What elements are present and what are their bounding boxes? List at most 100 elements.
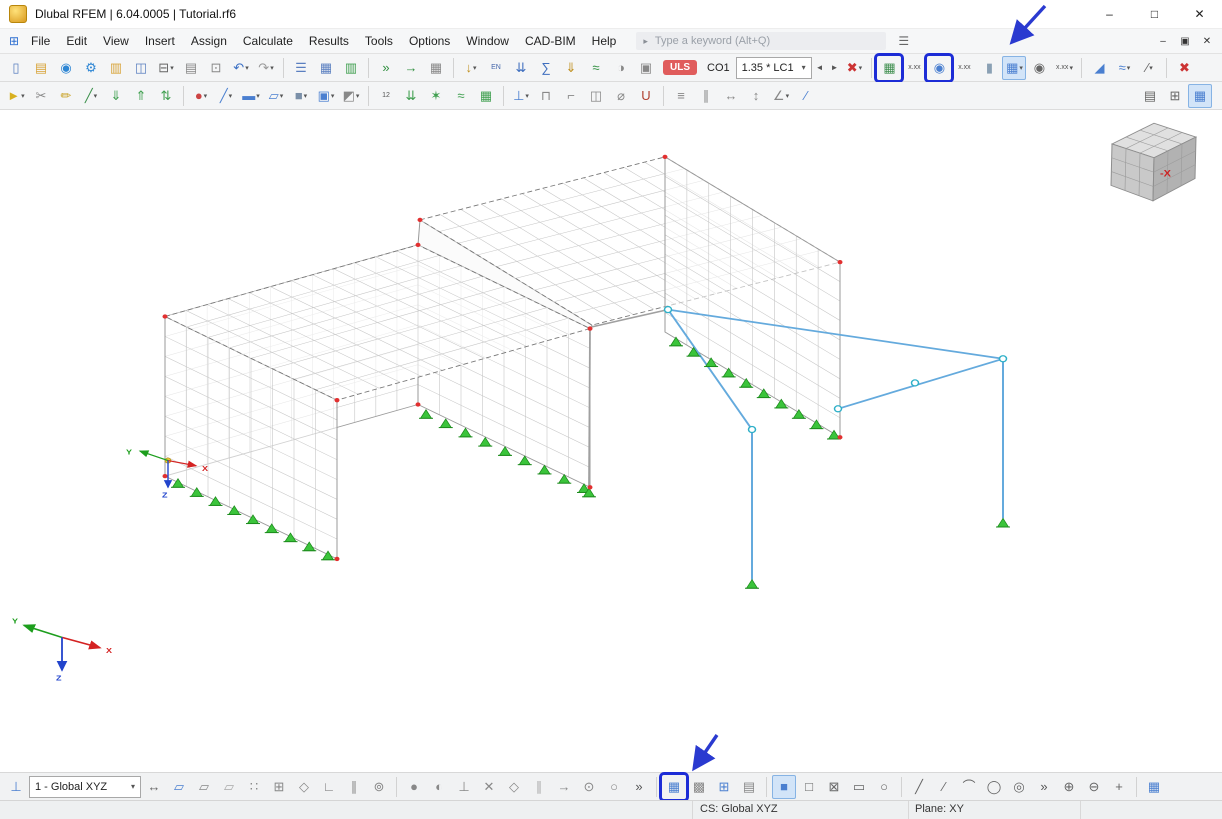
workplane-icon[interactable]: ⊥ [4, 775, 28, 799]
workplane-combobox[interactable]: 1 - Global XYZ ▾ [29, 776, 141, 798]
table-grid-icon[interactable]: ▦ [314, 56, 338, 80]
render-solid-icon[interactable]: ■ [772, 775, 796, 799]
line-support-icon[interactable]: ⊓ [534, 84, 558, 108]
menu-view[interactable]: View [95, 31, 137, 51]
select-window-icon[interactable]: ⊠ [822, 775, 846, 799]
clipping-box-icon[interactable]: ⊞ [1163, 84, 1187, 108]
values-display-icon[interactable]: x.xx [1052, 56, 1076, 80]
edit-objects-icon[interactable]: ✂ [29, 84, 53, 108]
menu-tools[interactable]: Tools [357, 31, 401, 51]
table-export-icon[interactable]: ⇑ [129, 84, 153, 108]
mesh-refine-icon[interactable]: ▤ [737, 775, 761, 799]
zoom-in-icon[interactable]: ⊕ [1057, 775, 1081, 799]
copy-icon[interactable]: ⊡ [204, 56, 228, 80]
uls-badge[interactable]: ULS [663, 60, 697, 75]
panel-icon[interactable]: ▣ [634, 56, 658, 80]
section-tool-icon[interactable]: ⌀ [609, 84, 633, 108]
new-model-icon[interactable]: ▯ [4, 56, 28, 80]
render-wire-icon[interactable]: □ [797, 775, 821, 799]
new-surface-icon[interactable]: ▱ [264, 84, 288, 108]
new-node-icon[interactable]: ● [189, 84, 213, 108]
model-canvas[interactable]: X Y Z X Y Z -X [0, 106, 1222, 772]
grid-points-icon[interactable]: ∷ [242, 775, 266, 799]
fe-mesh-toggle-icon[interactable]: ▦ [662, 775, 686, 799]
select-special-icon[interactable]: ► [4, 84, 28, 108]
snap-midpoint-icon[interactable]: ◐ [427, 775, 451, 799]
search-input[interactable] [653, 34, 879, 48]
snap-center-icon[interactable]: ⊙ [577, 775, 601, 799]
snap-magnet-icon[interactable]: U [634, 84, 658, 108]
measure-angle-icon[interactable]: ∠ [769, 84, 793, 108]
new-block-icon[interactable]: ◩ [339, 84, 363, 108]
zoom-out-icon[interactable]: ⊖ [1082, 775, 1106, 799]
search-options-icon[interactable]: ☰ [892, 33, 915, 49]
result-diagram-icon[interactable]: ◢ [1087, 56, 1111, 80]
report-icon[interactable]: ▤ [179, 56, 203, 80]
calculate-all-icon[interactable]: » [374, 56, 398, 80]
snap-nearest-icon[interactable]: ◇ [502, 775, 526, 799]
plane-xz-icon[interactable]: ▱ [217, 775, 241, 799]
menu-assign[interactable]: Assign [183, 31, 235, 51]
result-navigator-icon[interactable]: ◑ [609, 56, 633, 80]
wind-load-icon[interactable]: ≈ [449, 84, 473, 108]
table-import-icon[interactable]: ⇓ [104, 84, 128, 108]
new-solid-icon[interactable]: ■ [289, 84, 313, 108]
display-grid-icon[interactable]: ▤ [1138, 84, 1162, 108]
menu-edit[interactable]: Edit [58, 31, 95, 51]
maximize-button[interactable]: □ [1132, 0, 1177, 28]
more-snap-icon[interactable]: » [627, 775, 651, 799]
slope-icon[interactable]: ∕ [794, 84, 818, 108]
undo-icon[interactable]: ↶ [229, 56, 253, 80]
align-horizontal-icon[interactable]: ≡ [669, 84, 693, 108]
surface-stiffness-icon[interactable]: ◫ [584, 84, 608, 108]
draw-ellipse-icon[interactable]: ◎ [1007, 775, 1031, 799]
mdi-minimize-button[interactable]: – [1152, 32, 1174, 50]
standard-en-icon[interactable]: EN [484, 56, 508, 80]
plane-yz-icon[interactable]: ▱ [192, 775, 216, 799]
new-member-icon[interactable]: ▬ [239, 84, 263, 108]
snap-intersection-icon[interactable]: ✕ [477, 775, 501, 799]
visibility-icon[interactable]: ◉ [1027, 56, 1051, 80]
snap-node-icon[interactable]: ● [402, 775, 426, 799]
result-values-icon[interactable]: x.xx [952, 56, 976, 80]
draw-line-icon[interactable]: ╱ [907, 775, 931, 799]
draw-arc-icon[interactable]: ⌒ [957, 775, 981, 799]
open-model-icon[interactable]: ▤ [29, 56, 53, 80]
insert-load-icon[interactable]: ↓ [459, 56, 483, 80]
snap-extension-icon[interactable]: → [552, 775, 576, 799]
generate-mesh-icon[interactable]: ▦ [474, 84, 498, 108]
save-icon[interactable]: ◫ [129, 56, 153, 80]
menu-cad-bim[interactable]: CAD-BIM [517, 31, 584, 51]
mdi-restore-button[interactable]: ▣ [1174, 32, 1196, 50]
snap-icon[interactable]: ◇ [292, 775, 316, 799]
move-workplane-icon[interactable]: ↔ [142, 775, 166, 799]
combinations-icon[interactable]: ∑ [534, 56, 558, 80]
select-circle-icon[interactable]: ○ [872, 775, 896, 799]
snap-perpendicular-icon[interactable]: ⊥ [452, 775, 476, 799]
mdi-close-button[interactable]: ✕ [1196, 32, 1218, 50]
numbering-icon[interactable]: 12 [374, 84, 398, 108]
calc-diagram-icon[interactable]: ▦ [424, 56, 448, 80]
model-svg[interactable]: X Y Z X Y Z -X [0, 106, 1222, 772]
generate-fe-mesh-icon[interactable]: ▦ [877, 56, 901, 80]
search-box[interactable]: ▸ [636, 32, 886, 50]
mesh-values-icon[interactable]: x.xx [902, 56, 926, 80]
draw-circle-icon[interactable]: ◯ [982, 775, 1006, 799]
nodal-support-icon[interactable]: ⊥ [509, 84, 533, 108]
pan-icon[interactable]: + [1107, 775, 1131, 799]
draw-polyline-icon[interactable]: ∕ [932, 775, 956, 799]
menu-help[interactable]: Help [584, 31, 625, 51]
menu-results[interactable]: Results [301, 31, 357, 51]
table-sync-icon[interactable]: ⇅ [154, 84, 178, 108]
grid-icon[interactable]: ⊞ [267, 775, 291, 799]
show-loads-icon[interactable]: ⇓ [559, 56, 583, 80]
tables-icon[interactable]: ☰ [289, 56, 313, 80]
section-icon[interactable]: ∕ [1137, 56, 1161, 80]
solid-display-icon[interactable]: ▮ [977, 56, 1001, 80]
new-opening-icon[interactable]: ▣ [314, 84, 338, 108]
navigation-cube[interactable] [1111, 123, 1196, 201]
minimize-button[interactable]: – [1087, 0, 1132, 28]
render-mode-icon[interactable]: ▦ [1188, 84, 1212, 108]
app-menu-icon[interactable]: ⊞ [3, 31, 23, 51]
load-case-combobox[interactable]: 1.35 * LC1 ▾ [736, 57, 812, 79]
